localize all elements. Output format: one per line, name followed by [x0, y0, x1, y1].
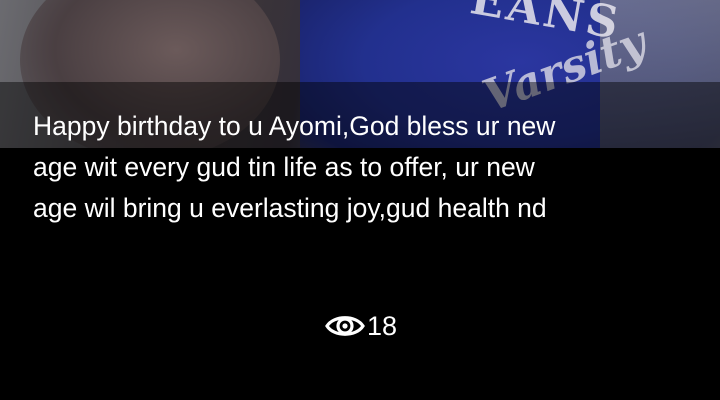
caption-line: age wit every gud tin life as to offer, …: [33, 152, 535, 182]
eye-icon: [325, 311, 365, 341]
caption-line: Happy birthday to u Ayomi,God bless ur n…: [33, 111, 556, 141]
view-count-button[interactable]: 18: [325, 308, 397, 344]
status-caption: Happy birthday to u Ayomi,God bless ur n…: [33, 106, 693, 229]
view-count: 18: [367, 310, 398, 341]
caption-line: age wil bring u everlasting joy,gud heal…: [33, 193, 547, 223]
